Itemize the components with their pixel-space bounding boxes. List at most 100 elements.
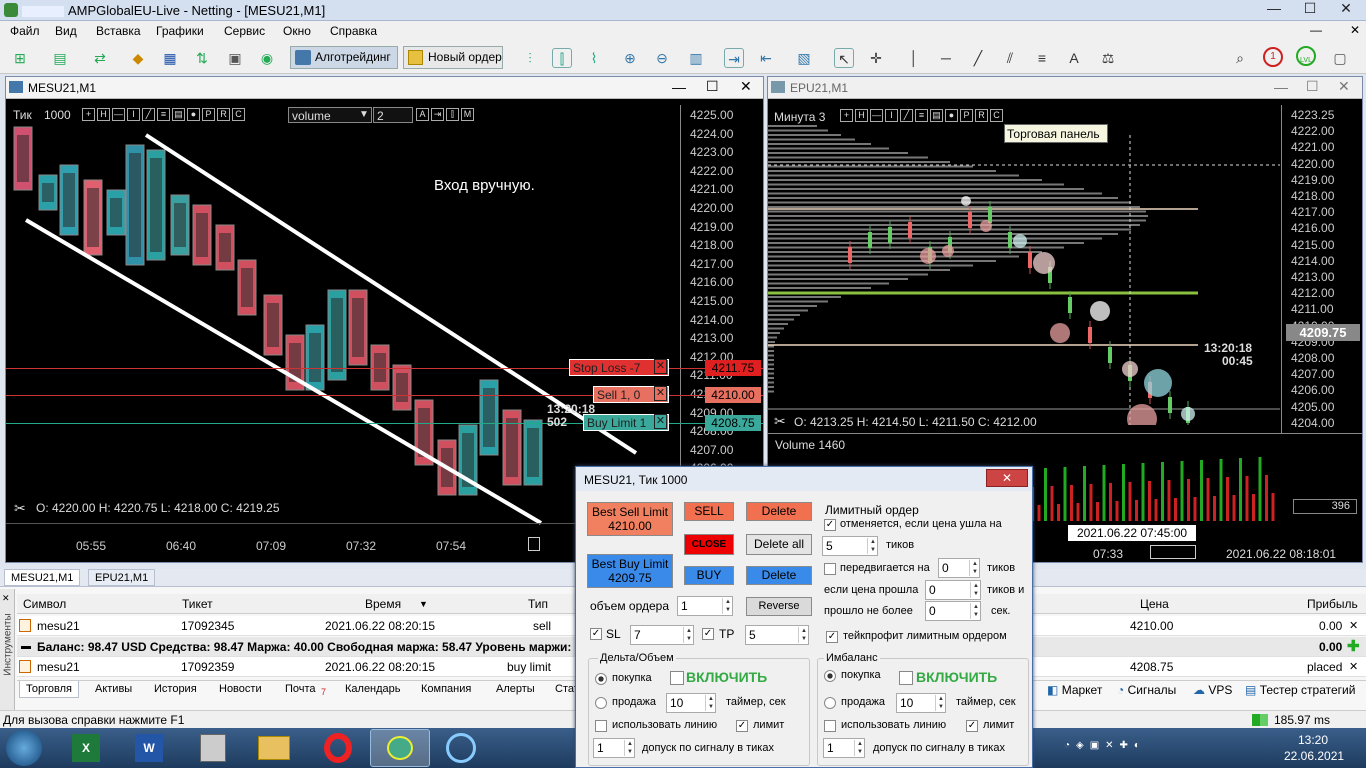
panel-close-icon[interactable]: ✕ <box>2 593 10 604</box>
chart2-maximize-icon[interactable]: ☐ <box>1306 78 1319 95</box>
vps-link[interactable]: ☁ VPS <box>1193 683 1232 697</box>
chart1-minimize-icon[interactable]: — <box>672 79 686 95</box>
clock-time[interactable]: 13:20 <box>1298 733 1328 747</box>
delete-sell-button[interactable]: Delete <box>746 502 812 521</box>
buy-limit-label[interactable]: Buy Limit 1 ✕ <box>583 414 669 431</box>
chart-tool-icon[interactable]: — <box>112 108 125 121</box>
market-link[interactable]: ◧ Маркет <box>1047 683 1102 697</box>
community-icon[interactable]: ▢ <box>1330 48 1350 68</box>
line-chart-icon[interactable]: ⌇ <box>584 48 604 68</box>
chart-tool-icon[interactable]: + <box>82 108 95 121</box>
tab-news[interactable]: Новости <box>213 681 268 698</box>
cursor-icon[interactable]: ↖ <box>834 48 854 68</box>
chart-tool-icon[interactable]: ╱ <box>142 108 155 121</box>
terminal-icon[interactable]: ▣ <box>225 48 245 68</box>
indicator-spinner[interactable]: 2 <box>373 107 413 123</box>
autoscroll-icon[interactable]: ⇥ <box>724 48 744 68</box>
close-button[interactable]: ✕ <box>1332 0 1360 18</box>
col-time[interactable]: Время <box>365 597 401 611</box>
menu-file[interactable]: Файл <box>10 24 40 38</box>
imb-sell-radio[interactable] <box>824 697 836 709</box>
chart1-tool-buttons-2[interactable]: A ⇥ ⫿ M <box>416 108 496 122</box>
data-window-icon[interactable]: ▦ <box>160 48 180 68</box>
delta-enable-checkbox[interactable] <box>670 671 684 685</box>
search-icon[interactable]: ⌕ <box>1230 48 1250 68</box>
start-button-icon[interactable] <box>6 730 42 766</box>
sell-position-label[interactable]: Sell 1, 0 ✕ <box>593 386 669 403</box>
chart-tool-icon[interactable]: H <box>97 108 110 121</box>
market-watch-icon[interactable]: ⇄ <box>90 48 110 68</box>
move-input[interactable]: 0 <box>938 558 980 578</box>
cancel-checkbox[interactable]: ✓ <box>824 519 836 531</box>
chart1-tools-icon[interactable]: ✂ <box>14 500 26 517</box>
chart-tab-mesu[interactable]: MESU21,M1 <box>4 569 81 586</box>
chart2-minimize-icon[interactable]: — <box>1274 79 1288 95</box>
sl-input[interactable]: 7 <box>630 625 694 645</box>
tray-icons[interactable]: ◔◈▣✕✚◐ <box>1064 740 1184 756</box>
trendline-icon[interactable]: ╱ <box>968 48 988 68</box>
chart-tab-epu[interactable]: EPU21,M1 <box>88 569 156 586</box>
tab-history[interactable]: История <box>148 681 203 698</box>
tab-alerts[interactable]: Алерты <box>490 681 541 698</box>
add-icon[interactable]: ✚ <box>1347 637 1360 655</box>
imb-timer-input[interactable]: 10 <box>896 693 946 713</box>
imb-buy-radio[interactable] <box>824 670 836 682</box>
menu-minimize-icon[interactable]: — <box>1310 23 1322 37</box>
if-input[interactable]: 0 <box>925 580 981 600</box>
crosshair-icon[interactable]: ✛ <box>866 48 886 68</box>
imb-enable-checkbox[interactable] <box>899 671 913 685</box>
chart-tool-icon[interactable]: C <box>232 108 245 121</box>
chart1-plot[interactable] <box>6 125 680 525</box>
tab-trade[interactable]: Торговля <box>19 681 79 698</box>
menu-tools[interactable]: Сервис <box>224 24 265 38</box>
tab-mail[interactable]: Почта <box>279 681 322 698</box>
menu-view[interactable]: Вид <box>55 24 77 38</box>
wifi-app-icon[interactable] <box>446 733 476 763</box>
chart-tool-icon[interactable]: I <box>127 108 140 121</box>
chart-tool-icon[interactable]: M <box>461 108 474 121</box>
text-icon[interactable]: A <box>1064 48 1084 68</box>
chart-tool-icon[interactable]: ▤ <box>172 108 185 121</box>
templates-icon[interactable]: ▧ <box>794 48 814 68</box>
tp-checkbox[interactable]: ✓ <box>702 628 714 640</box>
collapse-icon[interactable]: ▬ <box>21 641 31 652</box>
passed-input[interactable]: 0 <box>925 601 981 621</box>
opera-icon[interactable] <box>324 733 352 763</box>
folder-icon[interactable] <box>258 736 290 760</box>
buy-limit-close-icon[interactable]: ✕ <box>654 414 667 429</box>
chart2-scroll-box[interactable] <box>1150 545 1196 559</box>
chart-tool-icon[interactable]: ● <box>187 108 200 121</box>
notification-icon[interactable]: 1 <box>1263 47 1283 67</box>
reverse-button[interactable]: Reverse <box>746 597 812 616</box>
chart1-tool-buttons[interactable]: + H — I ╱ ≡ ▤ ● P R C <box>82 108 282 122</box>
delta-use-line-checkbox[interactable] <box>595 720 607 732</box>
tab-company[interactable]: Компания <box>415 681 477 698</box>
col-symbol[interactable]: Символ <box>23 597 66 611</box>
metatrader-task-button[interactable] <box>370 729 430 767</box>
tp-limit-checkbox[interactable]: ✓ <box>826 631 838 643</box>
level-icon[interactable]: LVL <box>1296 46 1316 66</box>
bar-chart-icon[interactable]: ⫶ <box>520 48 540 68</box>
word-icon[interactable]: W <box>135 734 163 762</box>
zoom-in-icon[interactable]: ⊕ <box>620 48 640 68</box>
calculator-icon[interactable] <box>200 734 226 762</box>
close-position-button[interactable]: CLOSE <box>684 534 734 555</box>
col-ticket[interactable]: Тикет <box>182 597 213 611</box>
maximize-button[interactable]: ☐ <box>1296 0 1324 18</box>
ide-icon[interactable]: ◉ <box>257 48 277 68</box>
algo-trading-button[interactable]: Алготрейдинг <box>290 46 398 69</box>
chart1-maximize-icon[interactable]: ☐ <box>706 78 719 95</box>
chart-tool-icon[interactable]: ≡ <box>157 108 170 121</box>
col-price[interactable]: Цена <box>1140 597 1169 611</box>
stop-loss-close-icon[interactable]: ✕ <box>654 359 667 374</box>
chart2-plot[interactable] <box>768 105 1280 425</box>
delete-buy-button[interactable]: Delete <box>746 566 812 585</box>
chart-tool-icon[interactable]: ⫿ <box>446 108 459 121</box>
best-buy-limit-button[interactable]: Best Buy Limit 4209.75 <box>587 554 673 588</box>
side-strip[interactable]: Инструменты ✕ <box>0 589 15 710</box>
trend-line-lower[interactable] <box>24 218 543 525</box>
sl-checkbox[interactable]: ✓ <box>590 628 602 640</box>
chart1-close-icon[interactable]: ✕ <box>740 78 752 95</box>
delta-timer-input[interactable]: 10 <box>666 693 716 713</box>
tile-windows-icon[interactable]: ▥ <box>686 48 706 68</box>
